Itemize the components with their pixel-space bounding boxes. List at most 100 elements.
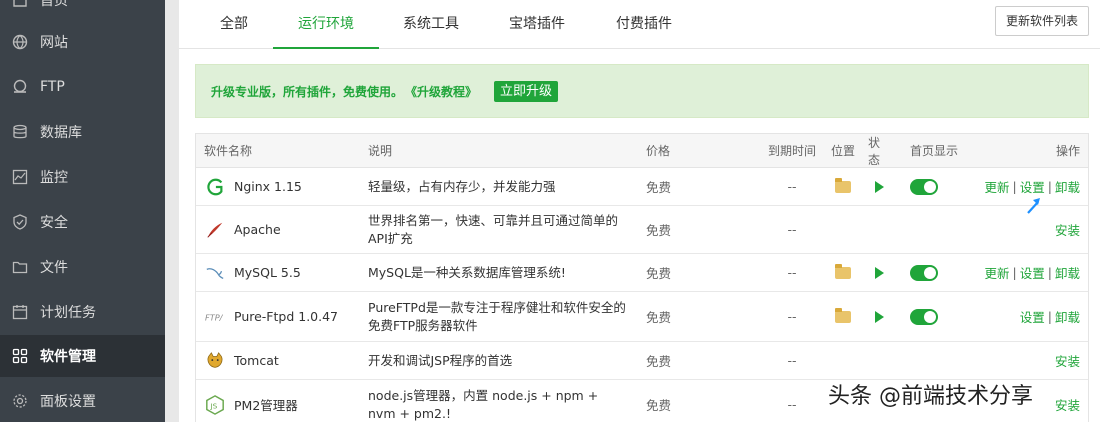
monitor-icon [12,169,28,185]
running-icon [874,180,884,193]
running-icon [874,310,884,323]
settings-link[interactable]: 设置 [1020,307,1045,326]
table-row: Tomcat 开发和调试JSP程序的首选 免费 -- 安装 [196,342,1088,380]
app-expire: -- [787,353,797,368]
app-price: 免费 [646,398,672,413]
app-name: MySQL 5.5 [234,265,301,280]
sidebar-item-label: 计划任务 [40,305,96,321]
calendar-icon [12,304,28,320]
table-row: Apache 世界排名第一，快速、可靠并且可通过简单的API扩充 免费 -- 安… [196,206,1088,254]
refresh-software-list-button[interactable]: 更新软件列表 [995,6,1089,36]
app-price: 免费 [646,266,672,281]
home-display-toggle[interactable] [910,264,938,281]
sidebar-item-label: 监控 [40,170,68,186]
sidebar-item-label: 数据库 [40,125,82,141]
update-link[interactable]: 更新 [985,177,1010,196]
open-folder-icon[interactable] [835,307,851,323]
upgrade-now-button[interactable]: 立即升级 [494,80,559,102]
svg-text:JS: JS [209,401,217,410]
tab-bt-plugins[interactable]: 宝塔插件 [497,0,577,49]
install-link[interactable]: 安装 [1055,351,1080,370]
install-link[interactable]: 安装 [1055,220,1080,239]
ftp-icon [12,79,28,95]
app-name: Nginx 1.15 [234,179,302,194]
sidebar-item-label: 文件 [40,260,68,276]
app-expire: -- [787,397,797,412]
upgrade-tutorial-link[interactable]: 《升级教程》 [405,83,477,100]
apache-feather-icon [204,219,226,241]
header-state: 状态 [868,135,881,167]
pointer-arrow-icon [1027,198,1040,214]
app-desc: 轻量级，占有内存少，并发能力强 [368,178,556,194]
app-desc: MySQL是一种关系数据库管理系统! [368,264,566,280]
settings-link[interactable]: 设置 [1020,263,1045,282]
table-row: FTP/ Pure-Ftpd 1.0.47 PureFTPd是一款专注于程序健壮… [196,292,1088,342]
header-price: 价格 [646,144,671,158]
home-display-toggle[interactable] [910,308,938,325]
running-icon [874,266,884,279]
uninstall-link[interactable]: 卸载 [1055,263,1080,282]
sidebar-item-panel-settings[interactable]: 面板设置 [0,380,165,422]
sidebar-item-software[interactable]: 软件管理 [0,335,165,377]
sidebar-item-label: 首页 [40,0,68,9]
app-name: PM2管理器 [234,398,298,413]
app-desc: 开发和调试JSP程序的首选 [368,352,513,368]
app-desc: PureFTPd是一款专注于程序健壮和软件安全的免费FTP服务器软件 [368,299,626,333]
globe-icon [12,34,28,50]
open-folder-icon[interactable] [835,177,851,193]
app-price: 免费 [646,310,672,325]
tab-bar: 全部 运行环境 系统工具 宝塔插件 付费插件 更新软件列表 [179,0,1100,49]
tab-runtime[interactable]: 运行环境 [273,0,379,49]
install-link[interactable]: 安装 [1055,395,1080,414]
sidebar-item-security[interactable]: 安全 [0,201,165,243]
app-name: Pure-Ftpd 1.0.47 [234,309,338,324]
tab-system-tools[interactable]: 系统工具 [391,0,471,49]
sidebar: 首页 网站 FTP 数据库 监控 安全 文件 计划任务 软件管理 面板设置 [0,0,165,422]
header-ops: 操作 [1055,144,1080,158]
app-name: Apache [234,222,281,237]
table-header: 软件名称 说明 价格 到期时间 位置 状态 首页显示 操作 [196,134,1088,168]
sidebar-item-ftp[interactable]: FTP [0,66,165,108]
app-expire: -- [787,179,797,194]
table-row: Nginx 1.15 轻量级，占有内存少，并发能力强 免费 -- 更新 | 设置 |… [196,168,1088,206]
banner-text: 升级专业版，所有插件，免费使用。 [211,84,404,99]
tomcat-cat-icon [204,350,226,372]
app-desc: node.js管理器，内置 node.js + npm + nvm + pm2.… [368,387,599,421]
tab-paid-plugins[interactable]: 付费插件 [604,0,684,49]
home-display-toggle[interactable] [910,178,938,195]
main-panel: 全部 运行环境 系统工具 宝塔插件 付费插件 更新软件列表 升级专业版，所有插件… [179,0,1100,422]
app-name: Tomcat [234,353,279,368]
sidebar-item-label: 安全 [40,215,68,231]
sidebar-item-database[interactable]: 数据库 [0,111,165,153]
sidebar-item-files[interactable]: 文件 [0,246,165,288]
app-price: 免费 [646,354,672,369]
pure-ftpd-icon: FTP/ [204,306,226,328]
mysql-dolphin-icon [204,262,226,284]
open-folder-icon[interactable] [835,263,851,279]
sidebar-item-crontab[interactable]: 计划任务 [0,291,165,333]
svg-text:FTP/: FTP/ [205,312,224,322]
nodejs-hexagon-icon: JS [204,394,226,416]
sidebar-item-monitor[interactable]: 监控 [0,156,165,198]
header-desc: 说明 [368,143,393,158]
sidebar-item-label: 面板设置 [40,394,96,410]
app-price: 免费 [646,223,672,238]
header-name: 软件名称 [204,144,253,158]
sidebar-item-home[interactable]: 首页 [0,0,165,21]
update-link[interactable]: 更新 [985,263,1010,282]
app-expire: -- [787,309,797,324]
sidebar-item-website[interactable]: 网站 [0,21,165,63]
uninstall-link[interactable]: 卸载 [1055,177,1080,196]
table-row: MySQL 5.5 MySQL是一种关系数据库管理系统! 免费 -- 更新 | 设… [196,254,1088,292]
app-expire: -- [787,265,797,280]
tab-all[interactable]: 全部 [206,0,262,49]
database-icon [12,124,28,140]
header-expire: 到期时间 [767,144,816,158]
uninstall-link[interactable]: 卸载 [1055,307,1080,326]
grid-icon [12,348,28,364]
sidebar-item-label: FTP [40,79,65,95]
home-icon [12,0,28,8]
nginx-icon [204,176,226,198]
sidebar-item-label: 网站 [40,35,68,51]
watermark: 头条 @前端技术分享 [828,384,1033,409]
